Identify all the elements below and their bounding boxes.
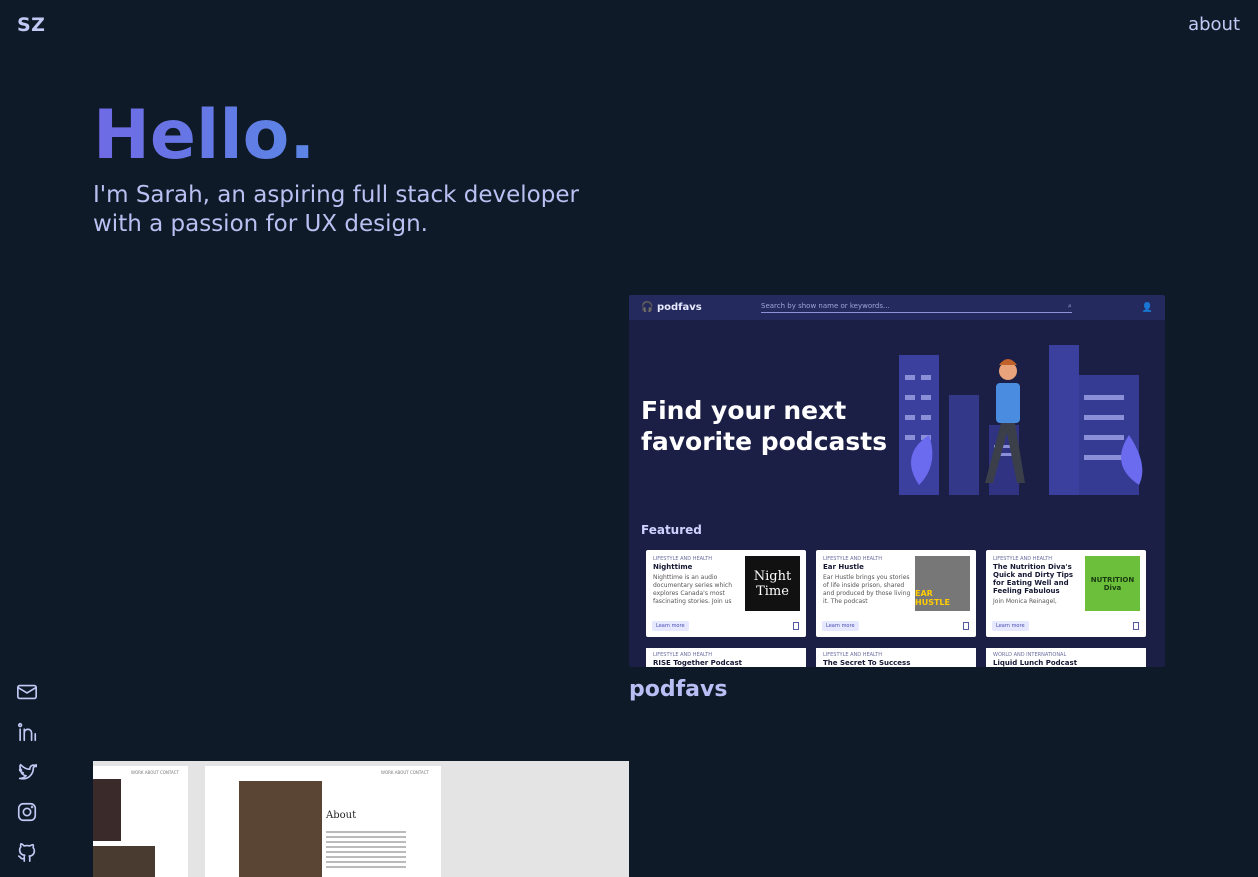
card-category: WORLD AND INTERNATIONAL	[993, 652, 1067, 658]
preview-hero-text: Find your next favorite podcasts	[641, 396, 888, 456]
card-thumbnail: Night Time	[745, 556, 800, 611]
preview-text-lines	[326, 831, 406, 871]
preview-search: Search by show name or keywords... ⌕	[761, 302, 1072, 313]
card-name: RISE Together Podcast	[653, 659, 742, 667]
preview-brand: 🎧 podfavs	[641, 302, 702, 313]
preview-card: LIFESTYLE AND HEALTH Nighttime Nighttime…	[646, 550, 806, 637]
site-logo[interactable]: SZ	[17, 14, 45, 36]
card-name: Liquid Lunch Podcast	[993, 659, 1078, 667]
card-thumbnail: NUTRITION Diva	[1085, 556, 1140, 611]
preview-photo	[93, 846, 155, 877]
card-desc: Join Monica Reinagel,	[993, 598, 1057, 605]
preview-card: LIFESTYLE AND HEALTH Ear Hustle Ear Hust…	[816, 550, 976, 637]
city-illustration-icon	[899, 345, 1143, 495]
preview-card: WORLD AND INTERNATIONAL Liquid Lunch Pod…	[986, 648, 1146, 667]
hero-subtitle: I'm Sarah, an aspiring full stack develo…	[93, 182, 579, 237]
bookmark-icon	[793, 622, 799, 630]
preview-topbar: 🎧 podfavs Search by show name or keyword…	[629, 295, 1165, 320]
project-title[interactable]: podfavs	[629, 677, 727, 702]
card-category: LIFESTYLE AND HEALTH	[823, 652, 882, 658]
linkedin-icon[interactable]	[16, 721, 38, 743]
project-preview-portfolio[interactable]: WORK ABOUT CONTACT WORK ABOUT CONTACT Ab…	[93, 761, 629, 877]
card-name: The Secret To Success	[823, 659, 911, 667]
github-icon[interactable]	[16, 841, 38, 863]
hero-title: Hello.	[93, 96, 316, 175]
preview-heading: About	[326, 810, 357, 821]
preview-cards: LIFESTYLE AND HEALTH Nighttime Nighttime…	[646, 550, 1146, 637]
learn-more-button: Learn more	[652, 621, 689, 631]
card-name: Ear Hustle	[823, 563, 864, 571]
card-name: The Nutrition Diva's Quick and Dirty Tip…	[993, 563, 1074, 595]
bookmark-icon	[1133, 622, 1139, 630]
learn-more-button: Learn more	[822, 621, 859, 631]
social-links	[16, 681, 38, 863]
preview-photo	[239, 781, 322, 877]
twitter-icon[interactable]	[16, 761, 38, 783]
card-desc: Nighttime is an audio documentary series…	[653, 574, 733, 605]
preview-photo	[93, 779, 121, 841]
card-desc: Ear Hustle brings you stories of life in…	[823, 574, 911, 605]
preview-page-right: WORK ABOUT CONTACT About	[205, 766, 441, 877]
preview-nav: WORK ABOUT CONTACT	[131, 770, 179, 775]
preview-card: LIFESTYLE AND HEALTH RISE Together Podca…	[646, 648, 806, 667]
project-preview-podfavs[interactable]: 🎧 podfavs Search by show name or keyword…	[629, 295, 1165, 667]
preview-card: LIFESTYLE AND HEALTH The Secret To Succe…	[816, 648, 976, 667]
mail-icon[interactable]	[16, 681, 38, 703]
card-thumbnail: EAR HUSTLE	[915, 556, 970, 611]
search-icon: ⌕	[1067, 302, 1072, 310]
preview-featured-label: Featured	[641, 523, 702, 537]
bookmark-icon	[963, 622, 969, 630]
preview-card: LIFESTYLE AND HEALTH The Nutrition Diva'…	[986, 550, 1146, 637]
instagram-icon[interactable]	[16, 801, 38, 823]
preview-page-left: WORK ABOUT CONTACT	[93, 766, 188, 877]
user-icon: 👤	[1141, 302, 1153, 313]
preview-nav: WORK ABOUT CONTACT	[381, 770, 429, 775]
learn-more-button: Learn more	[992, 621, 1029, 631]
nav-about-link[interactable]: about	[1188, 14, 1240, 35]
card-category: LIFESTYLE AND HEALTH	[653, 652, 712, 658]
preview-cards-row2: LIFESTYLE AND HEALTH RISE Together Podca…	[646, 648, 1146, 667]
card-name: Nighttime	[653, 563, 693, 571]
